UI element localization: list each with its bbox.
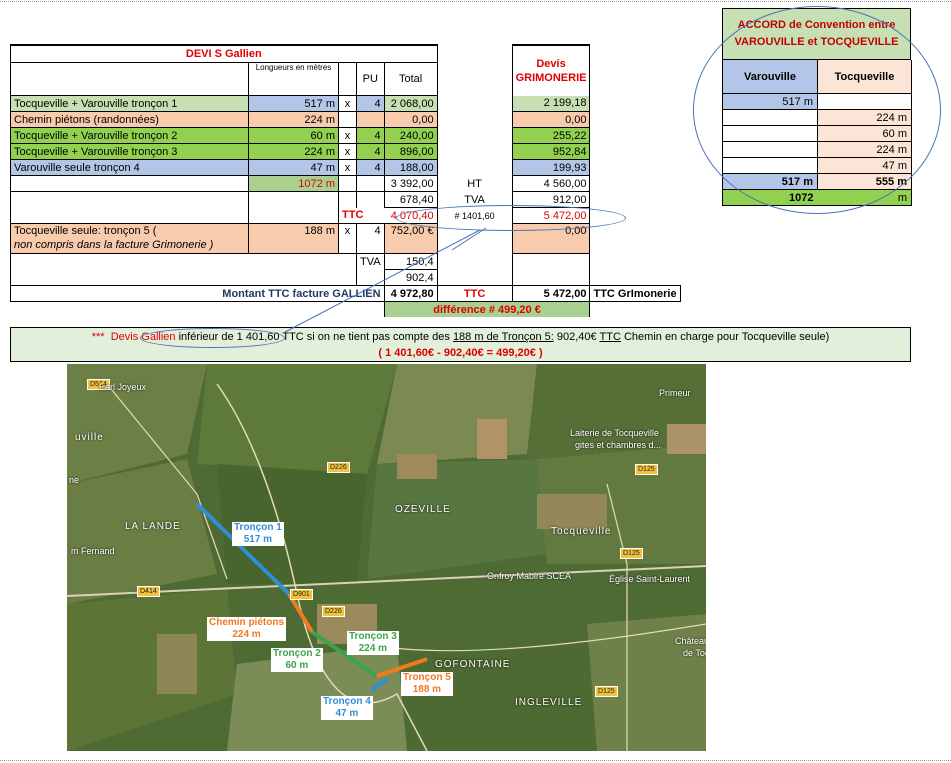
road-label-d125: D125 <box>635 464 658 475</box>
bottom-page-border <box>0 760 951 761</box>
place-laiterie: Laiterie de Tocqueville <box>570 428 659 438</box>
place-chateau-2: de Toc <box>683 648 706 658</box>
label-troncon-4: Tronçon 4 47 m <box>321 696 373 720</box>
place-ouville: uville <box>75 432 104 443</box>
place-fernand: m Fernand <box>71 546 115 556</box>
road-label-d125-c: D125 <box>595 686 618 697</box>
label-troncon-5: Tronçon 5 188 m <box>401 672 453 696</box>
accord-highlight-circle <box>693 6 941 214</box>
place-onfroy: Onfroy Mabire SCEA <box>487 571 572 581</box>
place-earl-joyeux: Earl Joyeux <box>99 382 147 392</box>
place-tocqueville: Tocqueville <box>551 526 612 537</box>
place-laiterie-2: gites et chambres d... <box>575 440 662 450</box>
place-ozeville: OZEVILLE <box>395 504 451 515</box>
road-label-d226-b: D226 <box>322 606 345 617</box>
road-label-d901: D901 <box>290 589 313 600</box>
place-gofontaine: GOFONTAINE <box>435 659 511 670</box>
aerial-map: D514 D226 D125 D414 D901 D226 D125 D125 … <box>67 364 706 751</box>
road-label-d414: D414 <box>137 586 160 597</box>
place-primeur: Primeur <box>659 388 691 398</box>
label-troncon-1: Tronçon 1 517 m <box>232 522 284 546</box>
place-eglise: Église Saint-Laurent <box>609 574 691 584</box>
label-chemin-pietons: Chemin piétons 224 m <box>207 617 287 641</box>
road-label-d226: D226 <box>327 462 350 473</box>
road-label-d125-b: D125 <box>620 548 643 559</box>
label-troncon-3: Tronçon 3 224 m <box>347 631 399 655</box>
place-ingleville: INGLEVILLE <box>515 697 583 708</box>
place-chateau: Château <box>675 636 706 646</box>
label-troncon-2: Tronçon 2 60 m <box>271 648 323 672</box>
place-la-lande: LA LANDE <box>125 521 181 532</box>
place-ne: ne <box>69 475 80 485</box>
